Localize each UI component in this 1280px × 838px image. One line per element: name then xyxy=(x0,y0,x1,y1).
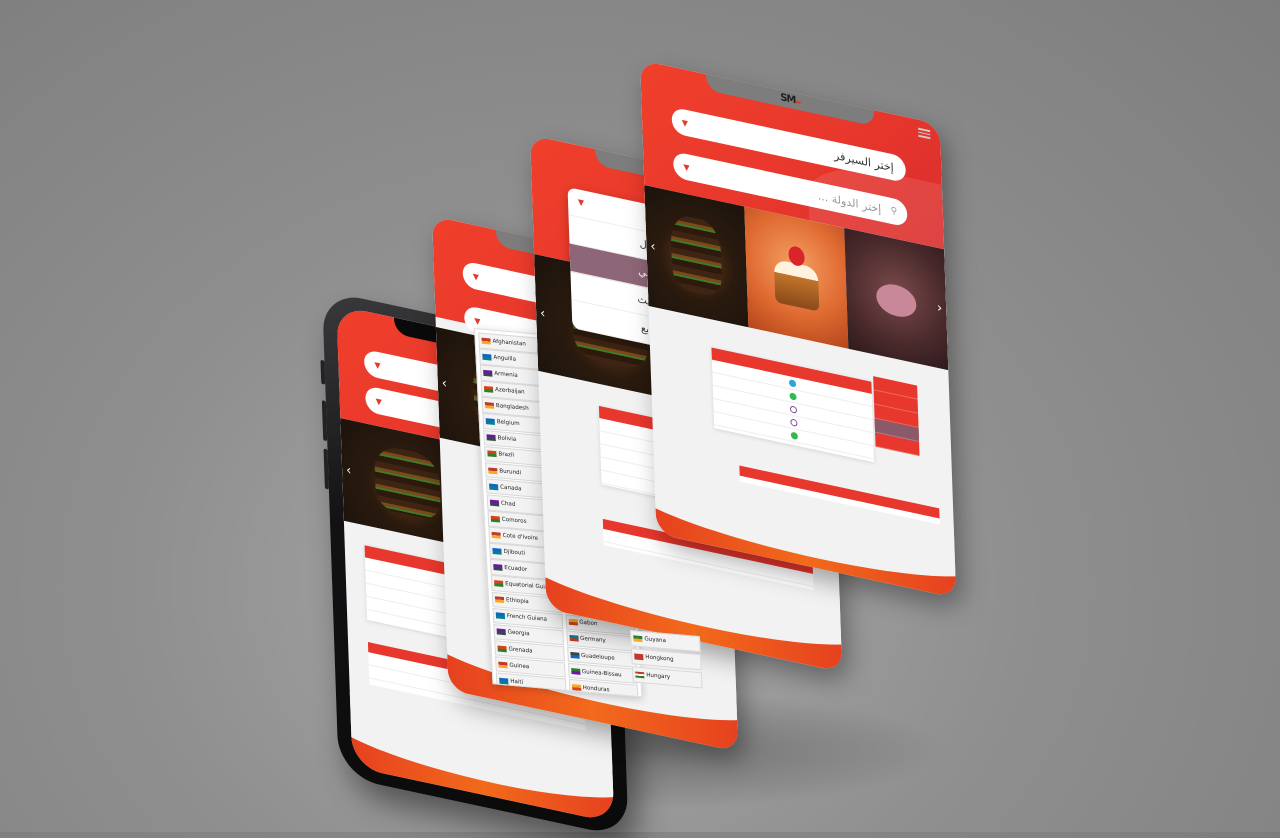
carousel-slide xyxy=(644,185,749,328)
caret-down-icon: ▼ xyxy=(681,117,689,128)
flag-icon xyxy=(490,515,501,523)
flag-icon xyxy=(498,661,508,669)
country-name: Canada xyxy=(500,484,522,493)
flag-icon xyxy=(568,619,578,626)
country-name: Brazil xyxy=(498,451,515,460)
flag-icon xyxy=(494,596,505,604)
country-name: Burundi xyxy=(499,467,522,476)
chevron-left-icon[interactable]: ‹ xyxy=(650,239,656,255)
caret-down-icon: ▼ xyxy=(683,161,690,173)
flag-icon xyxy=(499,677,509,685)
flag-icon xyxy=(497,645,507,652)
country-name: Hongkong xyxy=(645,654,674,663)
flag-icon xyxy=(488,466,498,474)
caret-down-icon: ▼ xyxy=(375,396,382,407)
country-name: Gabon xyxy=(579,620,598,628)
country-name: Djibouti xyxy=(503,548,526,557)
viber-icon[interactable] xyxy=(789,417,798,427)
flag-icon xyxy=(486,434,496,442)
caret-down-icon: ▼ xyxy=(472,271,480,282)
country-name: Grenada xyxy=(508,646,533,655)
country-name: Haiti xyxy=(510,678,524,686)
country-name: Guadeloupe xyxy=(580,652,615,662)
country-name: Georgia xyxy=(507,629,530,638)
country-name: Chad xyxy=(500,500,516,508)
chevron-left-icon[interactable]: ‹ xyxy=(441,376,447,392)
flag-icon xyxy=(491,531,501,539)
country-name: Belgium xyxy=(496,419,520,428)
flag-icon xyxy=(489,499,500,507)
whatsapp-icon[interactable] xyxy=(790,430,798,440)
carousel-slide xyxy=(844,227,949,371)
country-name: Germany xyxy=(579,636,606,645)
country-name: Azerbaijan xyxy=(494,387,525,396)
flag-icon xyxy=(569,635,579,643)
contact-table xyxy=(711,347,875,463)
phone-side-button xyxy=(320,359,326,385)
caret-down-icon: ▼ xyxy=(474,315,481,326)
flag-icon xyxy=(481,337,491,345)
flag-icon xyxy=(571,683,581,691)
country-name: Ecuador xyxy=(504,565,528,574)
caret-down-icon: ▼ xyxy=(374,359,381,371)
country-name: Hungary xyxy=(646,672,671,681)
flag-icon xyxy=(569,651,580,659)
flag-icon xyxy=(483,369,493,377)
flag-icon xyxy=(496,628,506,636)
flag-icon xyxy=(493,564,503,571)
country-name: Afghanistan xyxy=(492,338,527,348)
country-name: Bangladesh xyxy=(495,403,529,413)
flag-icon xyxy=(494,580,504,588)
country-name: Guyana xyxy=(644,636,667,645)
carousel-slide xyxy=(744,206,849,349)
caret-down-icon: ▼ xyxy=(577,197,585,208)
flag-icon xyxy=(635,671,645,679)
screen-main: SM▬ ▼ إختر السيرفر ▼ ⚲ إختر الدولة ... ‹… xyxy=(640,60,957,599)
chevron-left-icon[interactable]: ‹ xyxy=(346,463,352,479)
country-name: Bolivia xyxy=(497,435,517,444)
flag-icon xyxy=(633,635,643,643)
chevron-right-icon[interactable]: › xyxy=(937,300,943,316)
menu-icon[interactable] xyxy=(918,126,931,141)
phone-side-button xyxy=(323,448,329,490)
country-name: Anguilla xyxy=(493,354,517,363)
flag-icon xyxy=(483,386,494,393)
viber-icon[interactable] xyxy=(789,404,797,414)
country-name: Ethiopia xyxy=(505,597,529,606)
country-name: Guinea-Bissau xyxy=(581,668,622,679)
country-name: Guinea xyxy=(509,662,530,671)
flag-icon xyxy=(634,653,644,661)
telegram-icon[interactable] xyxy=(788,378,796,388)
search-icon: ⚲ xyxy=(890,205,898,218)
footer-wave xyxy=(351,732,615,823)
phone-side-button xyxy=(321,400,328,442)
country-name: Comoros xyxy=(501,516,527,525)
whatsapp-icon[interactable] xyxy=(788,391,797,401)
flag-icon xyxy=(487,450,497,458)
country-list-extra: Guyana Hongkong Hungary xyxy=(630,630,703,689)
country-name: Cote d'Ivoire xyxy=(502,532,539,542)
country-name: Honduras xyxy=(582,684,610,694)
flag-icon xyxy=(492,547,502,555)
flag-icon xyxy=(484,402,495,410)
chevron-left-icon[interactable]: ‹ xyxy=(540,306,546,322)
country-name: French Guiana xyxy=(506,613,548,624)
flag-icon xyxy=(495,612,506,620)
flag-icon xyxy=(570,667,580,675)
country-name: Armenia xyxy=(494,370,518,379)
flag-icon xyxy=(489,483,499,491)
flag-icon xyxy=(482,353,492,361)
flag-icon xyxy=(485,418,495,426)
server-side-tabs xyxy=(873,376,920,457)
